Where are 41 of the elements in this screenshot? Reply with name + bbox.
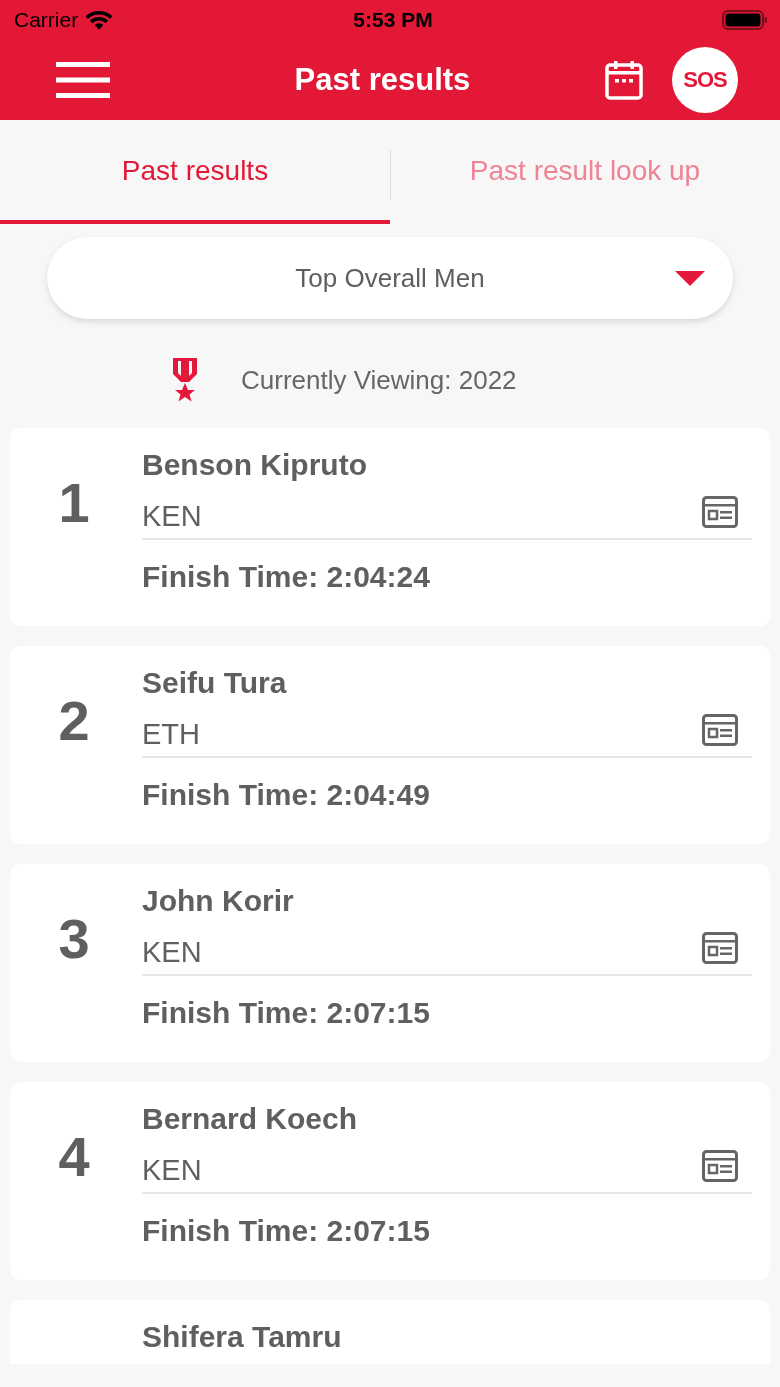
finish-time: Finish Time: 2:04:49 xyxy=(142,777,431,812)
runner-name: John Korir xyxy=(142,884,295,919)
result-card[interactable]: 3 John Korir KEN Finish Time: 2:07:15 xyxy=(10,864,770,1062)
result-card[interactable]: 2 Seifu Tura ETH Finish Time: 2:04:49 xyxy=(10,646,770,844)
result-card[interactable]: 4 Bernard Koech KEN Finish Time: 2:07:15 xyxy=(10,1082,770,1280)
country-code: KEN xyxy=(142,1152,202,1187)
finish-time: Finish Time: 2:07:15 xyxy=(142,995,431,1030)
rank-number: 2 xyxy=(57,688,91,754)
result-card[interactable]: Shifera Tamru xyxy=(10,1300,770,1364)
result-card[interactable]: 1 Benson Kipruto KEN Finish Time: 2:04:24 xyxy=(10,428,770,626)
calendar-icon xyxy=(605,60,643,100)
rank-number: 1 xyxy=(57,470,91,536)
caret-icon xyxy=(675,271,705,287)
sos-button[interactable]: SOS xyxy=(672,47,738,113)
calendar-button[interactable] xyxy=(605,60,643,100)
menu-button[interactable] xyxy=(56,62,110,98)
finish-time: Finish Time: 2:07:15 xyxy=(142,1213,431,1248)
finish-time: Finish Time: 2:04:24 xyxy=(142,559,431,594)
category-dropdown[interactable]: Top Overall Men xyxy=(47,237,733,319)
tab[interactable]: Past results xyxy=(0,120,390,224)
runner-name: Benson Kipruto xyxy=(142,448,368,483)
id-card-icon xyxy=(702,496,738,528)
id-card-icon xyxy=(702,1150,738,1182)
status-time: 5:53 PM xyxy=(353,8,433,32)
id-card-icon xyxy=(702,932,738,964)
runner-name: Bernard Koech xyxy=(142,1102,359,1137)
runner-name: Shifera Tamru xyxy=(142,1320,343,1355)
rank-number: 3 xyxy=(57,906,91,972)
screen-title: Past results xyxy=(293,62,472,98)
medal-icon xyxy=(173,358,197,402)
battery-icon xyxy=(722,9,768,31)
viewing-label: Currently Viewing: 2022 xyxy=(241,364,517,396)
runner-name: Seifu Tura xyxy=(142,666,288,701)
carrier-label: Carrier xyxy=(14,8,79,32)
country-code: ETH xyxy=(142,716,200,751)
wifi-icon xyxy=(84,9,115,31)
country-code: KEN xyxy=(142,934,202,969)
id-card-icon xyxy=(702,714,738,746)
menu-icon xyxy=(56,62,110,98)
rank-number: 4 xyxy=(57,1124,91,1190)
country-code: KEN xyxy=(142,498,202,533)
